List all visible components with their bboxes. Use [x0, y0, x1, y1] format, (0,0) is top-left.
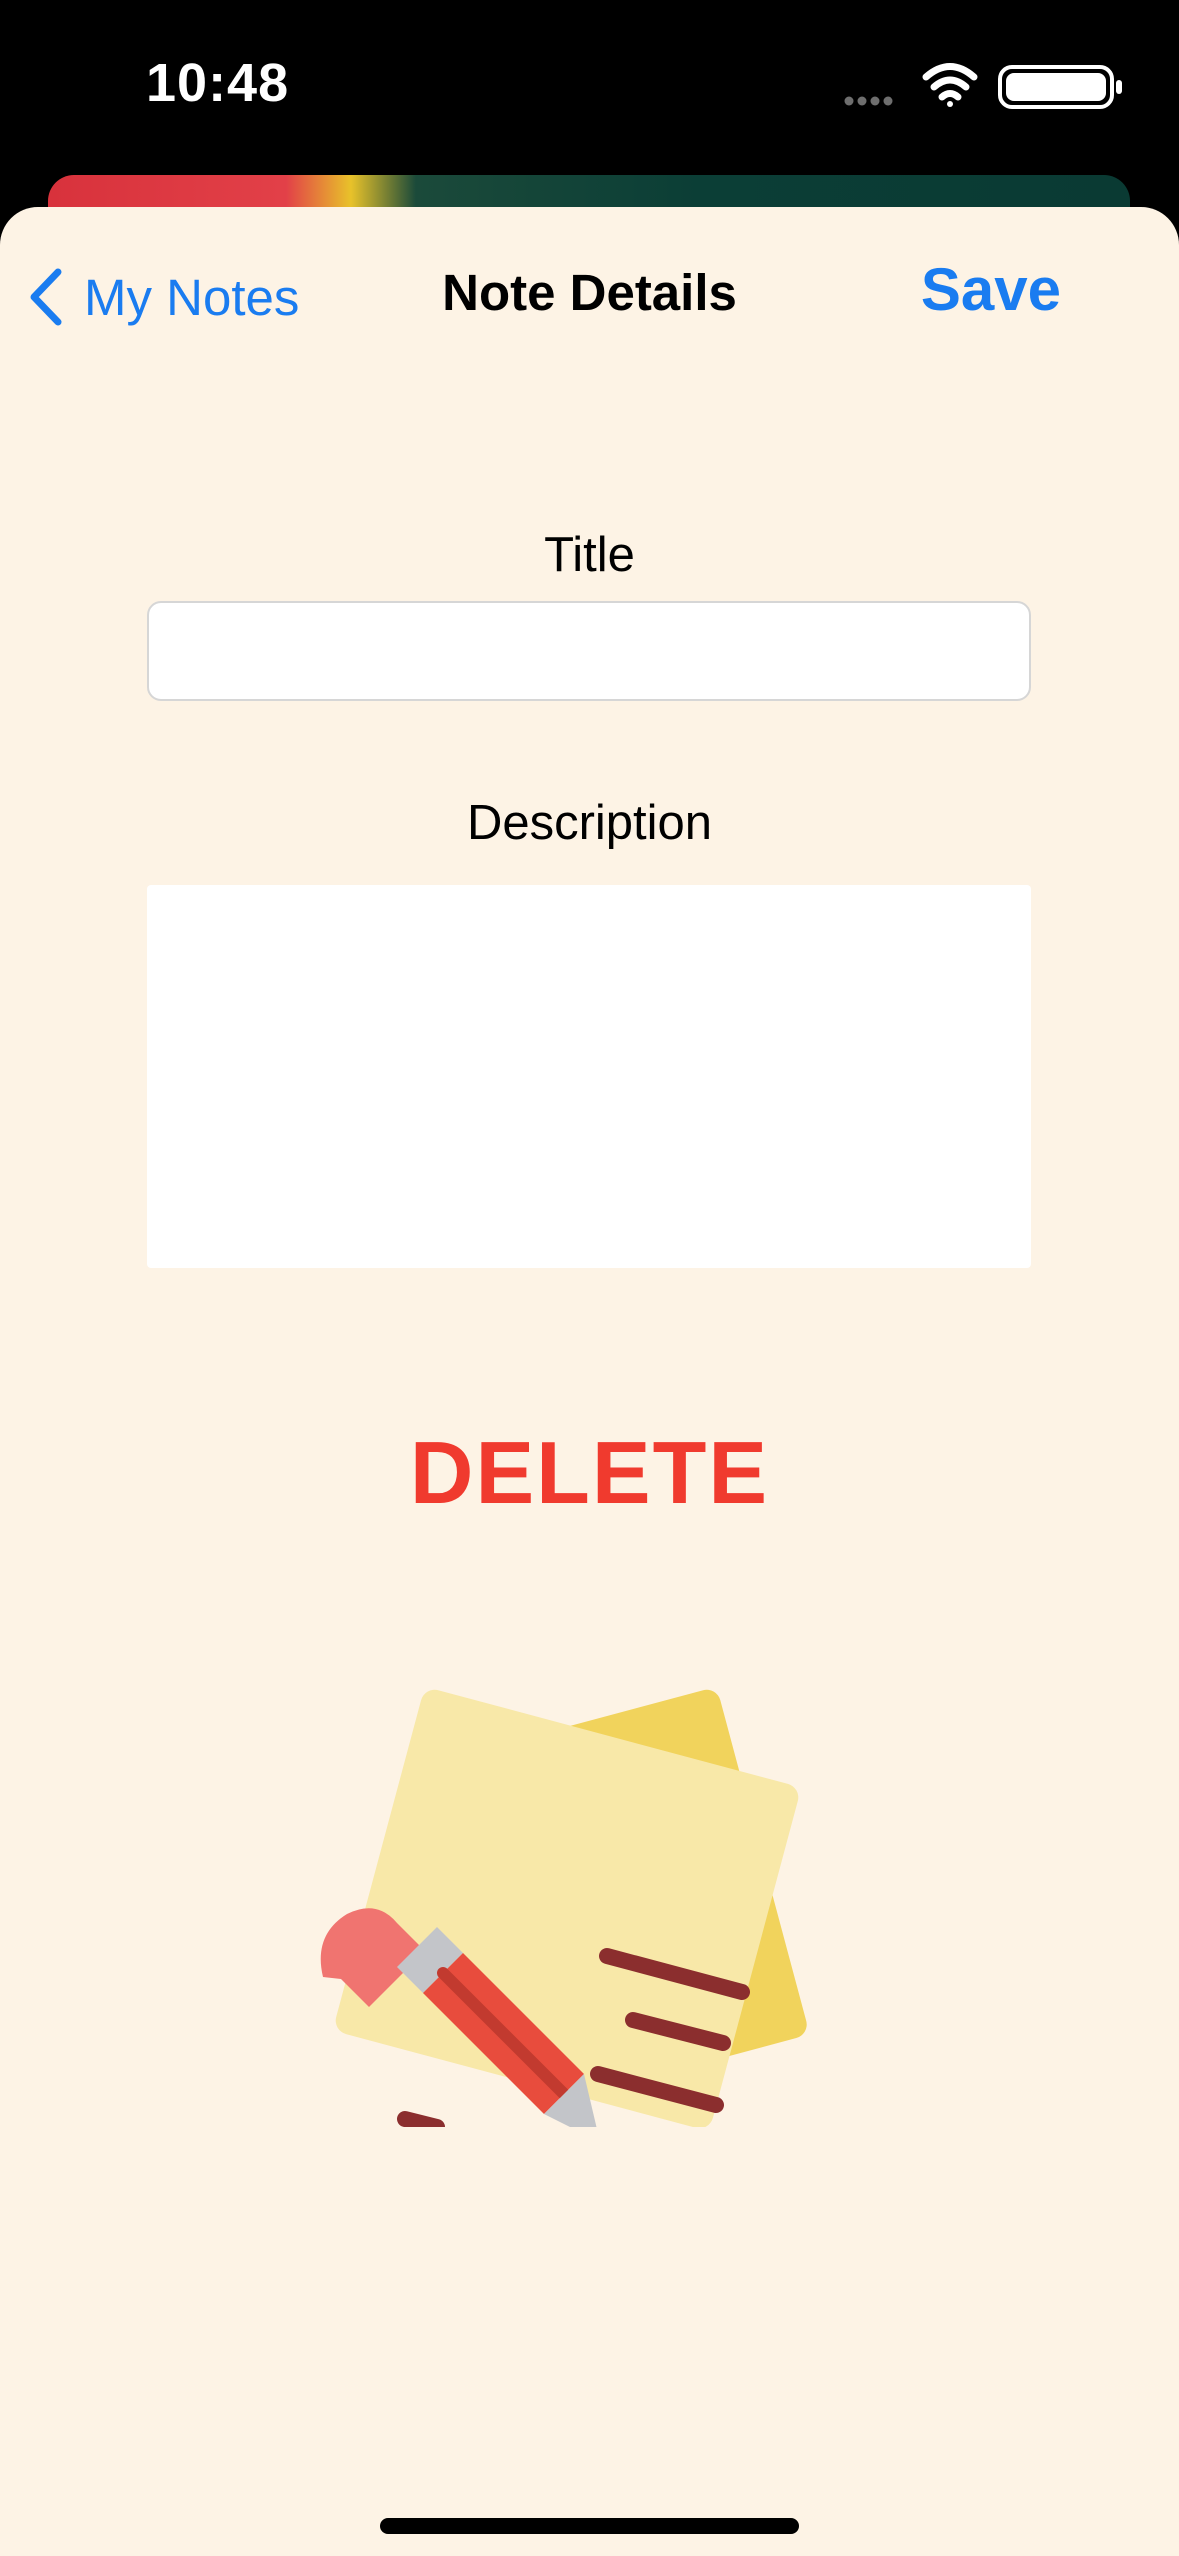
back-button[interactable]: My Notes — [24, 257, 299, 337]
sticky-note-pencil-icon — [320, 1689, 807, 2127]
title-label: Title — [544, 528, 635, 582]
status-bar: 10:48 — [0, 0, 1179, 175]
navigation-bar: My Notes Note Details Save — [0, 207, 1179, 377]
description-input[interactable] — [147, 885, 1031, 1268]
chevron-left-icon — [30, 268, 62, 326]
battery-icon — [998, 65, 1122, 109]
save-button[interactable]: Save — [921, 255, 1061, 324]
delete-button[interactable]: DELETE — [0, 1422, 1179, 1524]
title-input[interactable] — [147, 601, 1031, 701]
note-details-sheet: My Notes Note Details Save Title Descrip… — [0, 207, 1179, 2556]
description-label: Description — [466, 796, 713, 850]
screen: 10:48 My Notes Note Details Save Title D… — [0, 0, 1179, 2556]
status-time: 10:48 — [146, 53, 290, 113]
signal-dots-icon — [844, 96, 893, 106]
wifi-icon — [922, 63, 978, 107]
home-indicator[interactable] — [380, 2518, 799, 2534]
status-icons — [844, 63, 1122, 109]
back-label: My Notes — [84, 268, 300, 326]
